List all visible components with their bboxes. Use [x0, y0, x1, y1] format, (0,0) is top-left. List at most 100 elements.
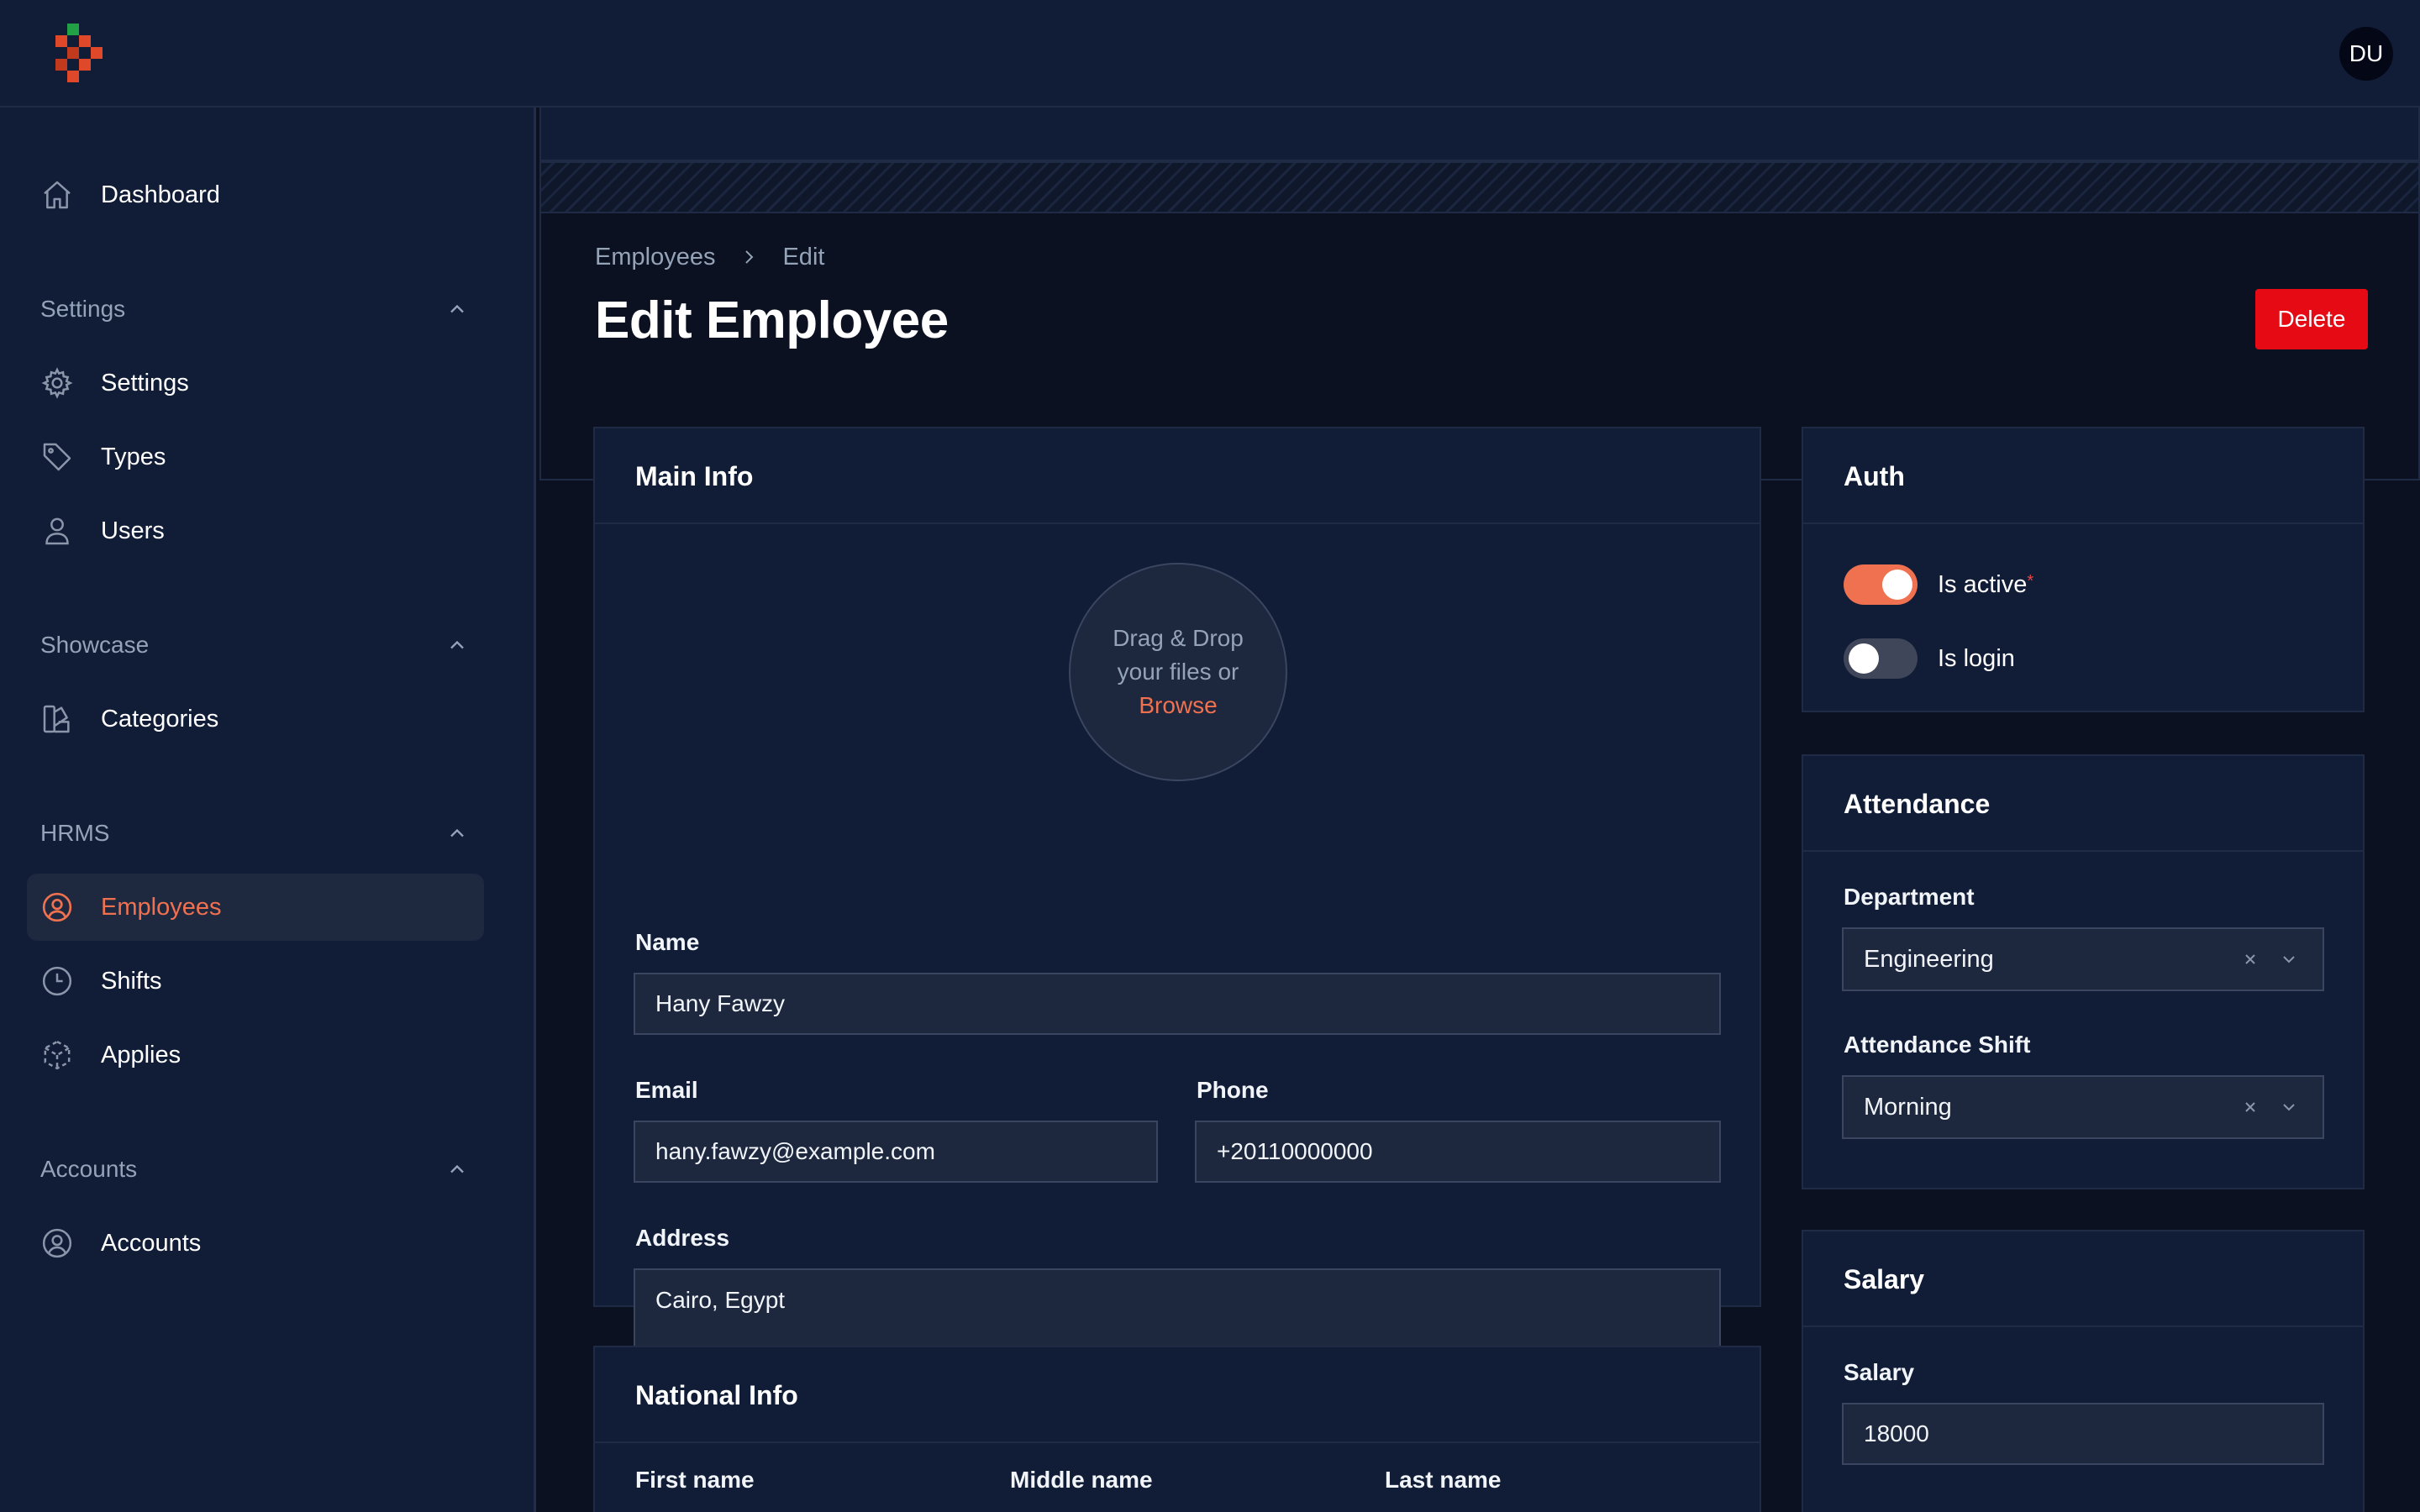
salary-field[interactable]: 18000 [1842, 1403, 2324, 1465]
sidebar-item-label: Types [101, 444, 166, 470]
department-value: Engineering [1864, 946, 1994, 973]
chevron-down-icon [2279, 949, 2299, 969]
attendance-shift-value: Morning [1864, 1094, 1952, 1121]
sidebar-item-shifts[interactable]: Shifts [27, 948, 484, 1015]
name-field[interactable]: Hany Fawzy [634, 973, 1721, 1035]
email-label: Email [635, 1077, 698, 1103]
card-header: Main Info [595, 428, 1760, 524]
upload-text-line2: your files or [1117, 659, 1239, 685]
card-title: Salary [1844, 1264, 1925, 1294]
user-avatar[interactable]: DU [2339, 27, 2393, 81]
sidebar-item-accounts[interactable]: Accounts [27, 1210, 484, 1277]
breadcrumb-current: Edit [782, 243, 825, 270]
page-title: Edit Employee [595, 291, 949, 349]
is-login-toggle[interactable] [1844, 638, 1918, 679]
sidebar-item-label: Shifts [101, 968, 162, 995]
group-label: Accounts [40, 1156, 138, 1182]
tag-icon [40, 440, 74, 474]
clear-icon[interactable] [2240, 949, 2260, 969]
sidebar-item-label: Users [101, 517, 165, 544]
sidebar-item-label: Dashboard [101, 181, 220, 208]
chevron-up-icon [445, 822, 469, 845]
top-bar: DU [0, 0, 2420, 108]
auth-card: Auth Is active* Is login [1802, 427, 2365, 712]
user-icon [40, 514, 74, 548]
user-circle-icon [40, 1226, 74, 1260]
group-label: Settings [40, 296, 126, 322]
middle-name-label: Middle name [1010, 1467, 1153, 1493]
phone-field[interactable]: +20110000000 [1195, 1121, 1721, 1183]
cube-dashed-icon [40, 1038, 74, 1072]
address-value: Cairo, Egypt [655, 1287, 786, 1313]
salary-card: Salary Salary 18000 [1802, 1230, 2365, 1512]
chevron-down-icon [2279, 1097, 2299, 1117]
sidebar-item-label: Settings [101, 370, 189, 396]
attendance-shift-label: Attendance Shift [1844, 1032, 2031, 1058]
sidebar-item-settings[interactable]: Settings [27, 349, 484, 417]
sidebar-item-applies[interactable]: Applies [27, 1021, 484, 1089]
first-name-label: First name [635, 1467, 755, 1493]
sidebar-item-users[interactable]: Users [27, 497, 484, 564]
card-title: Auth [1844, 461, 1905, 491]
last-name-label: Last name [1385, 1467, 1502, 1493]
card-title: Attendance [1844, 789, 1991, 819]
striped-banner [539, 161, 2420, 213]
chevron-right-icon [739, 247, 759, 267]
sidebar-item-label: Categories [101, 706, 219, 732]
card-header: National Info [595, 1347, 1760, 1443]
breadcrumb: Employees Edit [595, 240, 824, 274]
card-header: Auth [1803, 428, 2363, 524]
department-select[interactable]: Engineering [1842, 927, 2324, 991]
phone-label: Phone [1197, 1077, 1269, 1103]
attendance-shift-select[interactable]: Morning [1842, 1075, 2324, 1139]
gear-icon [40, 366, 74, 400]
sidebar-group-hrms[interactable]: HRMS [40, 815, 469, 852]
sidebar-item-label: Employees [101, 894, 222, 921]
card-title: National Info [635, 1380, 798, 1410]
group-label: HRMS [40, 820, 110, 846]
main-content: Employees Edit Edit Employee Delete Main… [538, 108, 2420, 1512]
card-header: Salary [1803, 1231, 2363, 1327]
sidebar-item-categories[interactable]: Categories [27, 685, 484, 753]
sidebar-item-dashboard[interactable]: Dashboard [27, 161, 484, 228]
sidebar-item-types[interactable]: Types [27, 423, 484, 491]
clear-icon[interactable] [2240, 1097, 2260, 1117]
is-active-toggle[interactable] [1844, 564, 1918, 605]
group-label: Showcase [40, 632, 150, 658]
sidebar-item-employees[interactable]: Employees [27, 874, 484, 941]
sidebar-item-label: Accounts [101, 1230, 202, 1257]
is-active-label: Is active* [1938, 571, 2034, 598]
address-label: Address [635, 1225, 730, 1251]
user-circle-icon [40, 890, 74, 924]
sidebar-group-showcase[interactable]: Showcase [40, 627, 469, 664]
chevron-up-icon [445, 1158, 469, 1181]
salary-label: Salary [1844, 1359, 1915, 1385]
swatch-icon [40, 702, 74, 736]
sidebar-group-accounts[interactable]: Accounts [40, 1151, 469, 1188]
upload-text-line1: Drag & Drop [1113, 625, 1244, 651]
card-title: Main Info [635, 461, 754, 491]
department-label: Department [1844, 884, 1975, 910]
toggle-knob [1849, 643, 1879, 674]
email-field[interactable]: hany.fawzy@example.com [634, 1121, 1158, 1183]
breadcrumb-link-employees[interactable]: Employees [595, 244, 715, 271]
clock-icon [40, 964, 74, 998]
sidebar-item-label: Applies [101, 1042, 182, 1068]
chevron-up-icon [445, 633, 469, 657]
chevron-up-icon [445, 297, 469, 321]
attendance-card: Attendance Department Engineering Attend… [1802, 754, 2365, 1189]
is-login-label: Is login [1938, 645, 2015, 672]
name-label: Name [635, 929, 700, 955]
required-marker: * [2027, 572, 2034, 591]
toggle-knob [1882, 570, 1912, 600]
national-info-card: National Info First name Middle name Las… [593, 1346, 1761, 1512]
sidebar-group-settings[interactable]: Settings [40, 291, 469, 328]
sidebar: Dashboard Settings Settings Types Users … [0, 108, 536, 1512]
avatar-upload-dropzone[interactable]: Drag & Drop your files or Browse [1069, 563, 1287, 781]
card-header: Attendance [1803, 756, 2363, 852]
top-banner [539, 108, 2420, 161]
brand-logo[interactable] [55, 24, 104, 84]
home-icon [40, 178, 74, 212]
browse-link[interactable]: Browse [1139, 689, 1217, 722]
delete-button[interactable]: Delete [2255, 289, 2368, 349]
